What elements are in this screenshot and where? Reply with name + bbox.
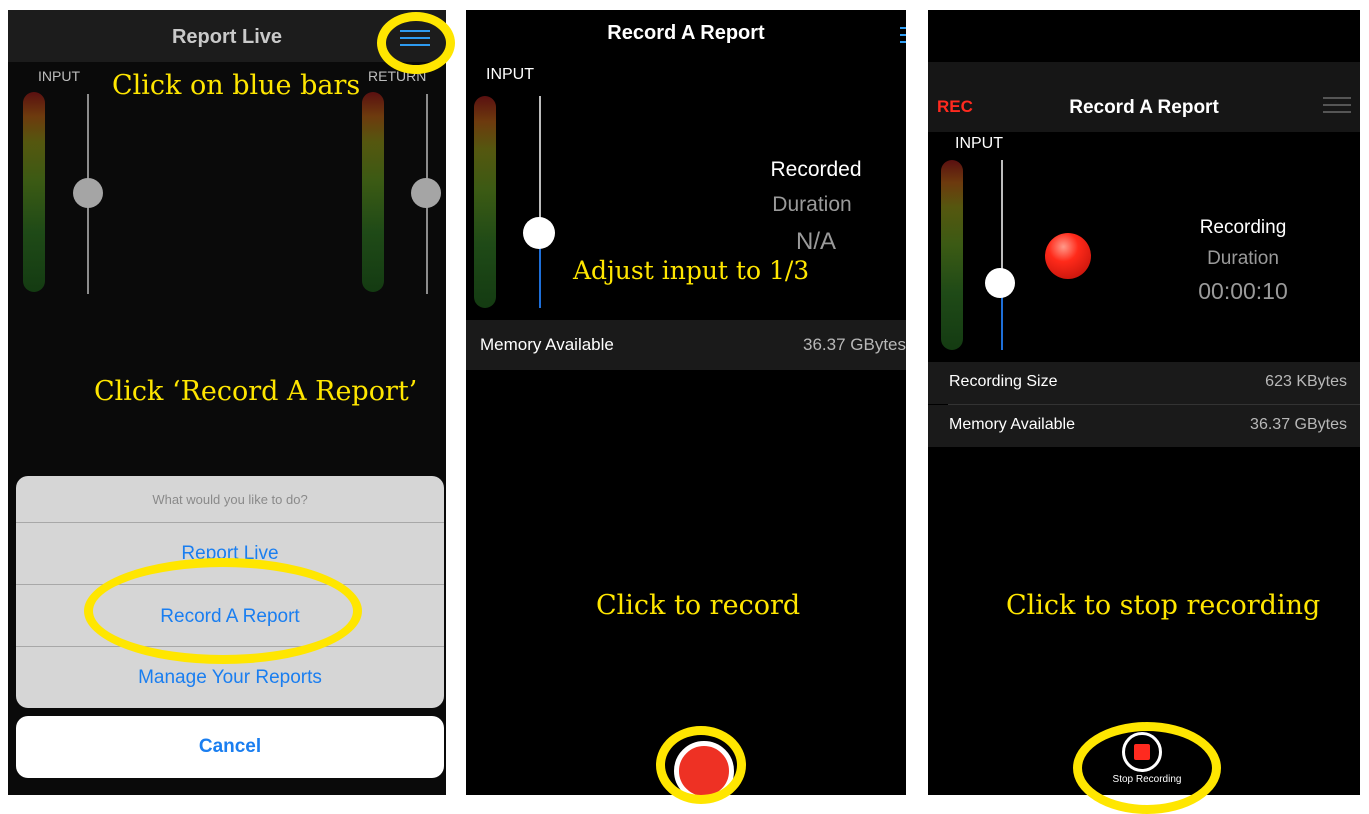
duration-value: N/A — [795, 228, 836, 255]
recording-size-row: Recording Size 623 KBytes — [928, 362, 1360, 404]
memory-label: Memory Available — [949, 416, 1075, 433]
highlight-ring-stop — [1073, 722, 1221, 814]
memory-value: 36.37 GBytes — [1250, 416, 1347, 433]
hamburger-menu-icon[interactable] — [900, 27, 906, 48]
return-gain-knob[interactable] — [411, 178, 441, 208]
input-gain-knob[interactable] — [523, 217, 555, 249]
recording-status: Recording — [1199, 217, 1287, 238]
highlight-ring-menu — [377, 12, 455, 74]
page-title: Record A Report — [607, 22, 765, 44]
input-gain-track[interactable] — [539, 96, 541, 234]
hamburger-menu-icon[interactable] — [1323, 97, 1351, 118]
record-a-report-screen: Record A Report INPUT Recorded Duration … — [466, 10, 906, 795]
recording-screen: REC Record A Report INPUT Recording Dura… — [928, 10, 1360, 795]
input-label: INPUT — [486, 66, 534, 83]
report-live-screen: Report Live INPUT RETURN Click on blue b… — [8, 10, 446, 795]
annotation-adjust-input: Adjust input to 1/3 — [573, 256, 810, 285]
duration-label: Duration — [772, 193, 852, 216]
memory-row: Memory Available 36.37 GBytes — [466, 320, 906, 370]
recording-status: Recorded — [770, 158, 862, 181]
input-level-meter — [23, 92, 45, 292]
annotation-click-stop: Click to stop recording — [1006, 590, 1321, 621]
highlight-ring-record — [656, 726, 746, 804]
input-level-meter — [474, 96, 496, 308]
page-title: Record A Report — [1069, 97, 1219, 118]
highlight-ring-record-option — [84, 558, 362, 664]
divider — [16, 522, 444, 523]
return-level-meter — [362, 92, 384, 292]
recording-indicator-icon — [1045, 233, 1091, 279]
memory-value: 36.37 GBytes — [803, 335, 906, 354]
input-label: INPUT — [955, 135, 1003, 152]
nav-bar: Record A Report — [466, 10, 906, 60]
nav-bar: REC Record A Report — [928, 62, 1360, 132]
action-sheet-title: What would you like to do? — [152, 492, 308, 507]
input-label: INPUT — [38, 68, 80, 84]
cancel-button[interactable]: Cancel — [16, 716, 444, 778]
input-gain-knob[interactable] — [985, 268, 1015, 298]
input-gain-knob[interactable] — [73, 178, 103, 208]
annotation-click-record: Click to record — [596, 590, 801, 621]
input-level-meter — [941, 160, 963, 350]
recording-size-label: Recording Size — [949, 373, 1058, 390]
manage-reports-option[interactable]: Manage Your Reports — [16, 667, 444, 689]
memory-row: Memory Available 36.37 GBytes — [928, 405, 1360, 447]
memory-label: Memory Available — [480, 335, 614, 354]
annotation-click-bars: Click on blue bars — [112, 70, 361, 101]
duration-label: Duration — [1207, 248, 1279, 269]
annotation-click-record: Click ‘Record A Report’ — [94, 376, 418, 407]
recording-size-value: 623 KBytes — [1265, 373, 1347, 390]
duration-value: 00:00:10 — [1198, 278, 1288, 304]
